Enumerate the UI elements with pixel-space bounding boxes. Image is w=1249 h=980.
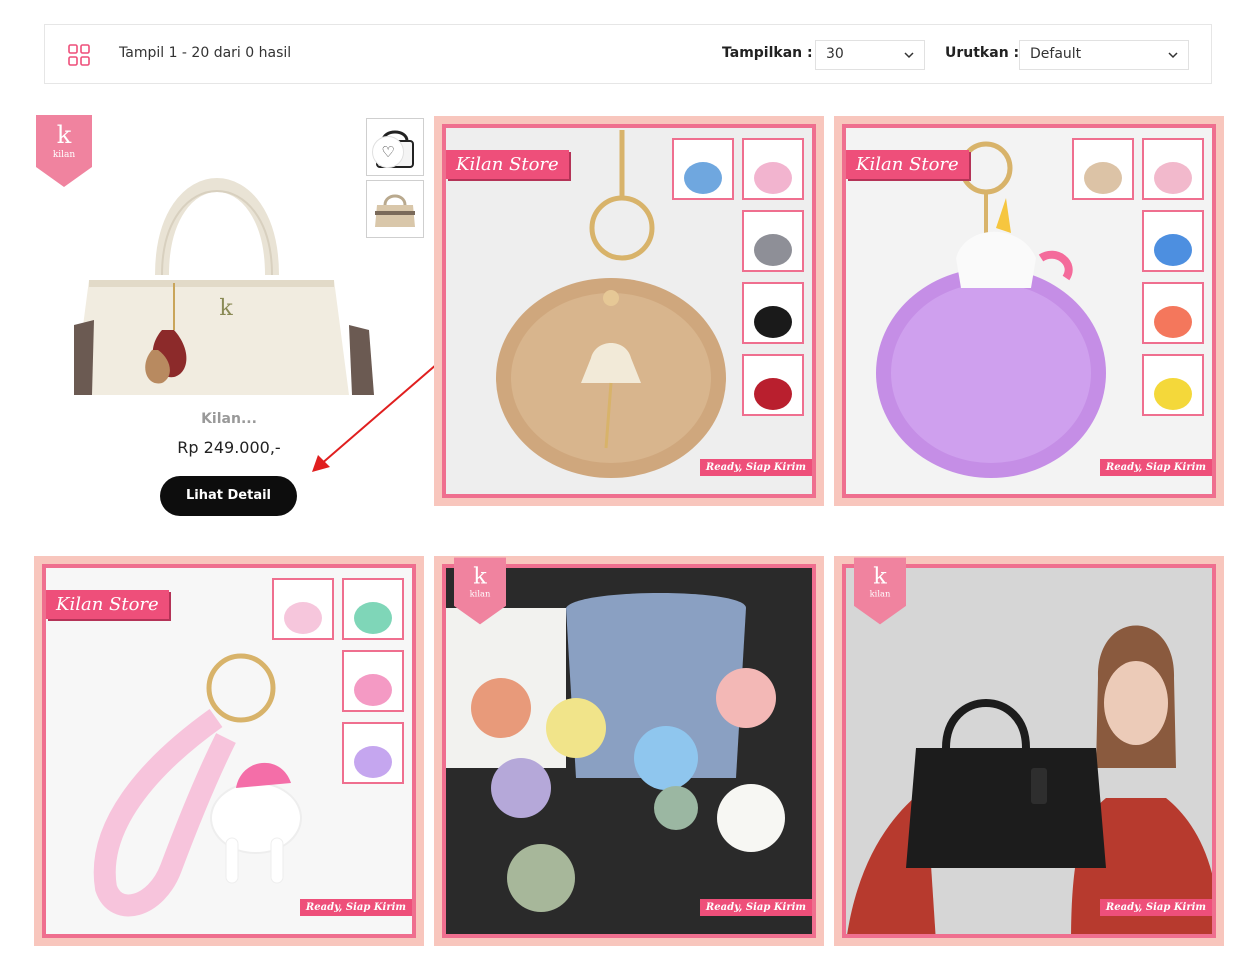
sort-select[interactable]: Default <box>1019 40 1189 70</box>
view-detail-button[interactable]: Lihat Detail <box>160 476 297 516</box>
variant-thumb-3[interactable] <box>1142 210 1204 272</box>
variant-thumb-1[interactable] <box>672 138 734 200</box>
sort-label: Urutkan : <box>945 45 1020 61</box>
ready-tag: Ready, Siap Kirim <box>299 899 412 916</box>
svg-text:k: k <box>219 296 233 321</box>
svg-text:k: k <box>473 564 487 590</box>
svg-text:k: k <box>873 564 887 590</box>
variant-thumb-5[interactable] <box>742 354 804 416</box>
kilan-logo-ribbon: k kilan <box>36 115 92 187</box>
ready-tag: Ready, Siap Kirim <box>1099 899 1212 916</box>
ready-tag: Ready, Siap Kirim <box>699 459 812 476</box>
ready-tag: Ready, Siap Kirim <box>1099 459 1212 476</box>
shop-toolbar: Tampil 1 - 20 dari 0 hasil Tampilkan : 3… <box>44 24 1212 84</box>
kilan-logo-ribbon: k kilan <box>454 556 506 626</box>
heart-icon: ♡ <box>381 143 395 161</box>
store-badge: Kilan Store <box>46 590 169 619</box>
variant-thumb-4[interactable] <box>1142 282 1204 344</box>
variant-thumb-1[interactable] <box>272 578 334 640</box>
grid-view-icon[interactable] <box>68 44 90 66</box>
kilan-logo-text: kilan <box>470 589 491 599</box>
variant-thumb-2[interactable] <box>342 578 404 640</box>
store-badge: Kilan Store <box>446 150 569 179</box>
variant-thumb-2[interactable] <box>742 138 804 200</box>
variant-thumb-2[interactable] <box>1142 138 1204 200</box>
product-thumb-beige[interactable] <box>366 180 424 238</box>
store-badge: Kilan Store <box>846 150 969 179</box>
show-label: Tampilkan : <box>722 45 813 61</box>
kilan-logo-ribbon: k kilan <box>854 556 906 626</box>
kilan-logo-text: kilan <box>870 589 891 599</box>
variant-thumb-3[interactable] <box>342 650 404 712</box>
result-count: Tampil 1 - 20 dari 0 hasil <box>119 45 292 61</box>
product-card-black-handbag[interactable]: Ready, Siap Kirim k kilan <box>834 556 1224 946</box>
show-count-select[interactable]: 30 <box>815 40 925 70</box>
show-count-value: 30 <box>826 46 844 62</box>
wishlist-button[interactable]: ♡ <box>372 136 404 168</box>
variant-thumb-4[interactable] <box>342 722 404 784</box>
variant-thumb-1[interactable] <box>1072 138 1134 200</box>
product-card-unicorn-pompom[interactable]: Kilan Store Ready, Siap Kirim <box>834 116 1224 506</box>
chevron-down-icon <box>904 52 914 59</box>
ready-tag: Ready, Siap Kirim <box>699 899 812 916</box>
sort-value: Default <box>1030 46 1082 62</box>
kilan-logo-text: kilan <box>53 150 76 160</box>
chevron-down-icon <box>1168 52 1178 59</box>
variant-thumb-4[interactable] <box>742 282 804 344</box>
svg-text:k: k <box>57 121 72 149</box>
variant-thumb-5[interactable] <box>1142 354 1204 416</box>
product-card-unicorn-strap[interactable]: Kilan Store Ready, Siap Kirim <box>34 556 424 946</box>
product-card-ballerina-keychain[interactable]: Kilan Store Ready, Siap Kirim <box>434 116 824 506</box>
product-card-flower-charms[interactable]: Ready, Siap Kirim k kilan <box>434 556 824 946</box>
variant-thumb-3[interactable] <box>742 210 804 272</box>
